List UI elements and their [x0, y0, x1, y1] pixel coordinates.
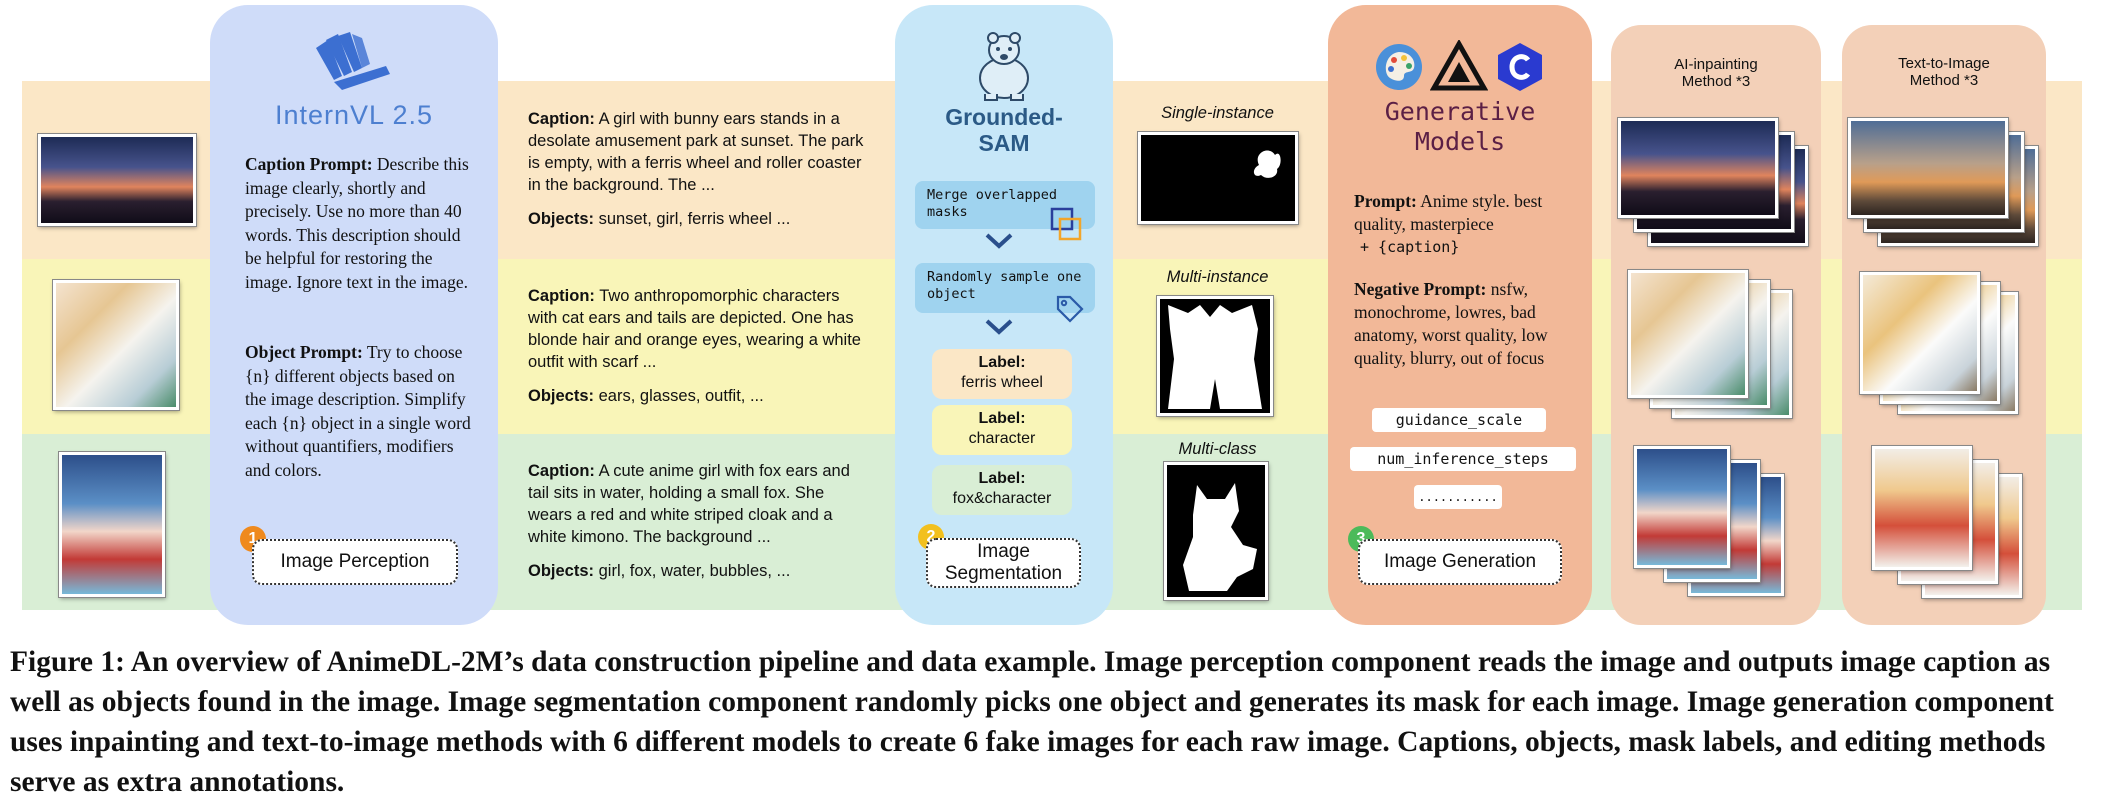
source-image-fox [59, 452, 165, 597]
inpaint-image-1 [1618, 118, 1778, 218]
object-prompt-text: Try to choose {n} different objects base… [245, 342, 471, 480]
objects-label: Objects: [528, 210, 595, 228]
prompt-label: Prompt: [1354, 191, 1417, 211]
object-prompt: Object Prompt: Try to choose {n} differe… [245, 341, 480, 482]
tag-icon [1056, 295, 1084, 323]
polar-bear-icon [979, 32, 1029, 101]
generative-title-line1: Generative [1384, 97, 1536, 126]
example-1-text: Caption: A girl with bunny ears stands i… [528, 108, 868, 230]
text-to-image-method-label: Text-to-Image Method *3 [1842, 55, 2046, 89]
label-value: fox&character [952, 490, 1052, 507]
mask-multi-instance [1157, 296, 1273, 416]
step-2-line2: Segmentation [944, 563, 1063, 584]
objects-label: Objects: [528, 387, 595, 405]
multi-class-label: Multi-class [1178, 440, 1257, 458]
caption-label: Caption: [528, 462, 595, 480]
palette-icon [1376, 44, 1422, 90]
image-segmentation-box: Image Segmentation [926, 538, 1081, 588]
objects-text: ears, glasses, outfit, ... [598, 387, 764, 405]
label-value: ferris wheel [961, 374, 1043, 391]
merge-squares-icon [1050, 207, 1082, 241]
mask-single-instance [1138, 132, 1298, 224]
inference-steps-param: num_inference_steps [1350, 447, 1576, 471]
mask-shape [1253, 150, 1281, 178]
source-image-sunset [38, 134, 196, 226]
objects-label: Objects: [528, 562, 595, 580]
label-value: character [968, 430, 1036, 447]
negative-prompt: Negative Prompt: nsfw, monochrome, lowre… [1354, 278, 1576, 370]
caption-prompt-text: Describe this image clearly, shortly and… [245, 154, 469, 292]
object-prompt-label: Object Prompt: [245, 342, 363, 362]
caption-label: Caption: [528, 287, 595, 305]
internvl-title: InternVL 2.5 [274, 100, 434, 130]
chevron-down-icon [985, 233, 1013, 249]
image-generation-box: Image Generation [1358, 539, 1562, 585]
step-2-line1: Image [977, 541, 1030, 562]
single-instance-label: Single-instance [1161, 104, 1274, 122]
generation-prompt: Prompt: Anime style. best quality, maste… [1354, 190, 1574, 259]
objects-text: girl, fox, water, bubbles, ... [598, 562, 791, 580]
label-character: Label: character [932, 405, 1072, 455]
image-perception-box: Image Perception [252, 539, 458, 585]
mask-shape [1183, 483, 1257, 591]
sam-title: Grounded- SAM [900, 104, 1108, 156]
label-fox-character: Label: fox&character [932, 465, 1072, 515]
mask-shape [1168, 305, 1262, 409]
multi-instance-label: Multi-instance [1166, 268, 1269, 286]
example-2-text: Caption: Two anthropomorphic characters … [528, 285, 868, 407]
figure-caption: Figure 1: An overview of AnimeDL-2M’s da… [10, 646, 2054, 798]
negative-prompt-label: Negative Prompt: [1354, 279, 1487, 299]
more-params: ........... [1414, 485, 1502, 509]
chevron-down-icon [985, 319, 1013, 335]
objects-text: sunset, girl, ferris wheel ... [598, 210, 791, 228]
inpaint-line2: Method *3 [1681, 73, 1751, 90]
label-title: Label: [978, 410, 1026, 427]
hexagon-c-icon [1498, 43, 1542, 91]
t2i-line1: Text-to-Image [1898, 55, 1990, 72]
example-3-text: Caption: A cute anime girl with fox ears… [528, 460, 868, 582]
caption-prompt-label: Caption Prompt: [245, 154, 373, 174]
sam-title-line2: SAM [978, 130, 1030, 156]
t2i-image-1 [1848, 118, 2008, 218]
inpaint-line1: AI-inpainting [1674, 56, 1758, 73]
guidance-scale-param: guidance_scale [1372, 408, 1546, 432]
generative-title: Generative Models [1330, 97, 1590, 157]
triangle-logo-icon [1430, 40, 1488, 91]
inpainting-method-label: AI-inpainting Method *3 [1611, 56, 1821, 90]
source-image-cats [53, 280, 179, 410]
inpaint-image-2 [1628, 270, 1748, 398]
prompt-suffix: + {caption} [1360, 238, 1460, 256]
t2i-line2: Method *3 [1909, 72, 1979, 89]
mask-multi-class [1164, 462, 1268, 600]
inpaint-image-3 [1634, 446, 1730, 568]
t2i-image-3 [1872, 446, 1972, 570]
t2i-image-2 [1860, 272, 1980, 394]
caption-label: Caption: [528, 110, 595, 128]
generative-title-line2: Models [1414, 127, 1506, 156]
internvl-logo-icon [316, 32, 390, 90]
caption-prompt: Caption Prompt: Describe this image clea… [245, 153, 480, 294]
label-title: Label: [978, 470, 1026, 487]
label-ferris-wheel: Label: ferris wheel [932, 349, 1072, 399]
sam-title-line1: Grounded- [945, 104, 1063, 130]
label-title: Label: [978, 354, 1026, 371]
